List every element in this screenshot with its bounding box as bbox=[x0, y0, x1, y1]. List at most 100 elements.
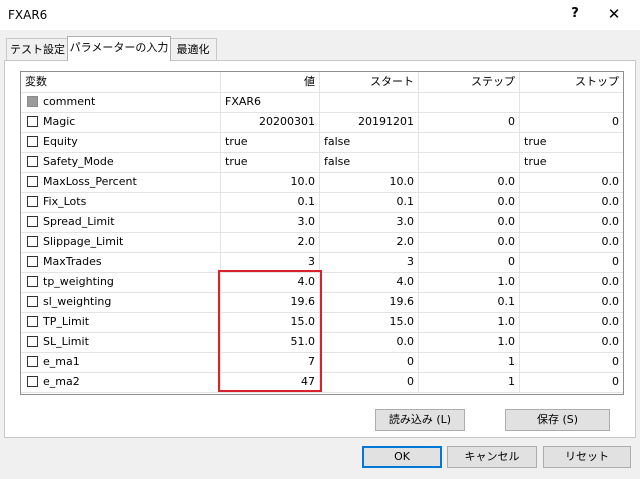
table-row[interactable]: Spread_Limit 3.0 3.0 0.0 0.0 bbox=[21, 212, 623, 233]
cell-value[interactable]: FXAR6 bbox=[221, 92, 320, 112]
row-checkbox[interactable] bbox=[27, 216, 38, 227]
row-checkbox[interactable] bbox=[27, 296, 38, 307]
cell-stop[interactable]: 0.0 bbox=[520, 292, 623, 312]
tab-test-settings[interactable]: テスト設定 bbox=[6, 38, 69, 61]
cell-value[interactable]: 2.0 bbox=[221, 232, 320, 252]
column-header-step[interactable]: ステップ bbox=[419, 72, 520, 92]
cell-start[interactable] bbox=[320, 92, 419, 112]
reset-button[interactable]: リセット bbox=[543, 446, 631, 468]
row-checkbox[interactable] bbox=[27, 256, 38, 267]
row-checkbox[interactable] bbox=[27, 316, 38, 327]
tab-optimization[interactable]: 最適化 bbox=[169, 38, 217, 61]
table-row[interactable]: Magic 20200301 20191201 0 0 bbox=[21, 112, 623, 133]
table-row[interactable]: SL_Limit 51.0 0.0 1.0 0.0 bbox=[21, 332, 623, 353]
cell-value[interactable]: 3 bbox=[221, 252, 320, 272]
cell-start[interactable]: 0.1 bbox=[320, 192, 419, 212]
row-checkbox[interactable] bbox=[27, 196, 38, 207]
table-row[interactable]: MaxLoss_Percent 10.0 10.0 0.0 0.0 bbox=[21, 172, 623, 193]
row-checkbox[interactable] bbox=[27, 136, 38, 147]
save-button[interactable]: 保存 (S) bbox=[505, 409, 610, 431]
cell-step[interactable]: 0.0 bbox=[419, 232, 520, 252]
table-row[interactable]: tp_weighting 4.0 4.0 1.0 0.0 bbox=[21, 272, 623, 293]
cell-value[interactable]: 20200301 bbox=[221, 112, 320, 132]
cell-step[interactable]: 1 bbox=[419, 372, 520, 392]
cell-stop[interactable]: 0.0 bbox=[520, 232, 623, 252]
table-row[interactable]: MaxTrades 3 3 0 0 bbox=[21, 252, 623, 273]
table-row[interactable]: Equity true false true bbox=[21, 132, 623, 153]
table-row[interactable]: Safety_Mode true false true bbox=[21, 152, 623, 173]
table-row[interactable]: TP_Limit 15.0 15.0 1.0 0.0 bbox=[21, 312, 623, 333]
row-checkbox[interactable] bbox=[27, 376, 38, 387]
cell-step[interactable]: 0.0 bbox=[419, 172, 520, 192]
column-header-variable[interactable]: 変数 bbox=[21, 72, 221, 92]
cell-start[interactable]: 0 bbox=[320, 372, 419, 392]
cell-step[interactable]: 0 bbox=[419, 252, 520, 272]
cell-stop[interactable]: 0.0 bbox=[520, 192, 623, 212]
cell-stop[interactable]: 0.0 bbox=[520, 272, 623, 292]
cell-stop[interactable]: 0.0 bbox=[520, 212, 623, 232]
column-header-value[interactable]: 値 bbox=[221, 72, 320, 92]
cell-value[interactable]: true bbox=[221, 152, 320, 172]
cell-stop[interactable]: 0 bbox=[520, 352, 623, 372]
row-checkbox[interactable] bbox=[27, 236, 38, 247]
table-row[interactable]: sl_weighting 19.6 19.6 0.1 0.0 bbox=[21, 292, 623, 313]
table-row[interactable]: comment FXAR6 bbox=[21, 92, 623, 113]
cell-stop[interactable] bbox=[520, 92, 623, 112]
cell-start[interactable]: 15.0 bbox=[320, 312, 419, 332]
cell-stop[interactable]: 0 bbox=[520, 372, 623, 392]
ok-button[interactable]: OK bbox=[362, 446, 442, 468]
cell-step[interactable]: 1 bbox=[419, 352, 520, 372]
row-checkbox[interactable] bbox=[27, 116, 38, 127]
cell-value[interactable]: 51.0 bbox=[221, 332, 320, 352]
table-row[interactable]: e_ma1 7 0 1 0 bbox=[21, 352, 623, 373]
cancel-button[interactable]: キャンセル bbox=[447, 446, 537, 468]
table-row[interactable]: e_ma2 47 0 1 0 bbox=[21, 372, 623, 393]
help-icon[interactable]: ? bbox=[566, 6, 584, 24]
row-checkbox[interactable] bbox=[27, 276, 38, 287]
cell-step[interactable]: 1.0 bbox=[419, 272, 520, 292]
cell-stop[interactable]: 0 bbox=[520, 252, 623, 272]
cell-step[interactable] bbox=[419, 132, 520, 152]
cell-stop[interactable]: true bbox=[520, 132, 623, 152]
close-icon[interactable]: ✕ bbox=[604, 5, 624, 25]
cell-start[interactable]: false bbox=[320, 132, 419, 152]
cell-start[interactable]: 20191201 bbox=[320, 112, 419, 132]
cell-step[interactable]: 0.1 bbox=[419, 292, 520, 312]
column-header-start[interactable]: スタート bbox=[320, 72, 419, 92]
cell-stop[interactable]: 0.0 bbox=[520, 312, 623, 332]
cell-value[interactable]: 47 bbox=[221, 372, 320, 392]
cell-stop[interactable]: 0.0 bbox=[520, 332, 623, 352]
cell-value[interactable]: true bbox=[221, 132, 320, 152]
cell-value[interactable]: 19.6 bbox=[221, 292, 320, 312]
cell-step[interactable] bbox=[419, 152, 520, 172]
cell-stop[interactable]: true bbox=[520, 152, 623, 172]
table-row[interactable]: Slippage_Limit 2.0 2.0 0.0 0.0 bbox=[21, 232, 623, 253]
cell-start[interactable]: 2.0 bbox=[320, 232, 419, 252]
tab-parameter-input[interactable]: パラメーターの入力 bbox=[67, 36, 171, 61]
cell-start[interactable]: 10.0 bbox=[320, 172, 419, 192]
column-header-stop[interactable]: ストップ bbox=[520, 72, 623, 92]
row-checkbox[interactable] bbox=[27, 176, 38, 187]
row-checkbox[interactable] bbox=[27, 356, 38, 367]
cell-start[interactable]: 0.0 bbox=[320, 332, 419, 352]
cell-value[interactable]: 0.1 bbox=[221, 192, 320, 212]
cell-value[interactable]: 15.0 bbox=[221, 312, 320, 332]
row-checkbox[interactable] bbox=[27, 156, 38, 167]
cell-value[interactable]: 3.0 bbox=[221, 212, 320, 232]
cell-start[interactable]: 3.0 bbox=[320, 212, 419, 232]
cell-step[interactable]: 0.0 bbox=[419, 212, 520, 232]
cell-value[interactable]: 7 bbox=[221, 352, 320, 372]
cell-step[interactable]: 1.0 bbox=[419, 312, 520, 332]
cell-step[interactable]: 0 bbox=[419, 112, 520, 132]
table-row[interactable]: Fix_Lots 0.1 0.1 0.0 0.0 bbox=[21, 192, 623, 213]
cell-value[interactable]: 10.0 bbox=[221, 172, 320, 192]
cell-step[interactable]: 1.0 bbox=[419, 332, 520, 352]
row-checkbox[interactable] bbox=[27, 336, 38, 347]
cell-start[interactable]: false bbox=[320, 152, 419, 172]
cell-step[interactable] bbox=[419, 92, 520, 112]
cell-stop[interactable]: 0.0 bbox=[520, 172, 623, 192]
cell-value[interactable]: 4.0 bbox=[221, 272, 320, 292]
cell-start[interactable]: 3 bbox=[320, 252, 419, 272]
load-button[interactable]: 読み込み (L) bbox=[375, 409, 465, 431]
cell-start[interactable]: 19.6 bbox=[320, 292, 419, 312]
